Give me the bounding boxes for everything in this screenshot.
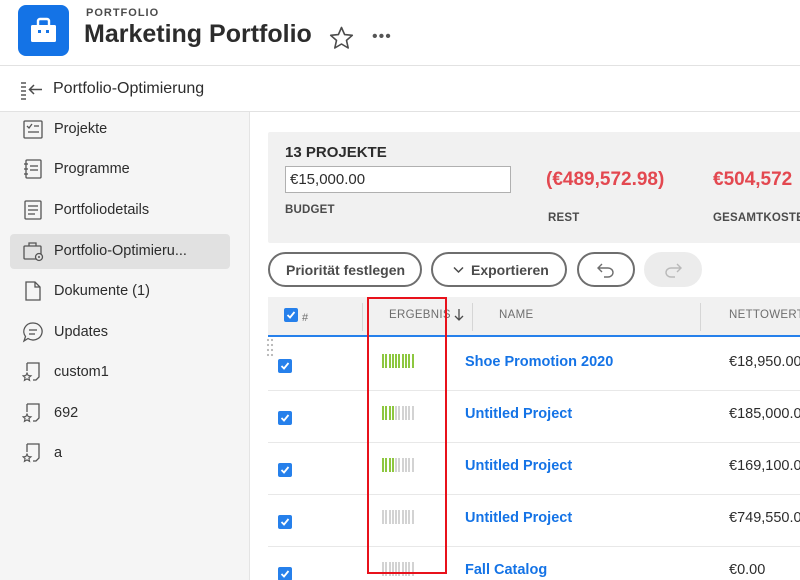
updates-icon xyxy=(22,322,43,343)
project-name-link[interactable]: Untitled Project xyxy=(465,406,572,422)
table-header: # ERGEBNIS NAME NETTOWERT xyxy=(268,297,800,337)
column-divider xyxy=(362,303,363,331)
row-checkbox[interactable] xyxy=(278,411,292,425)
details-icon xyxy=(24,200,42,220)
chevron-down-icon xyxy=(453,266,464,274)
sidebar-item-label: Dokumente (1) xyxy=(54,283,150,299)
sidebar-item-692[interactable]: 692 xyxy=(10,396,230,431)
sidebar-item-programme[interactable]: Programme xyxy=(10,152,230,187)
sidebar-item-label: custom1 xyxy=(54,364,109,380)
drag-handle-icon[interactable] xyxy=(266,338,274,358)
checkmark-icon xyxy=(280,518,290,526)
score-column-highlight xyxy=(367,297,447,574)
net-value: €169,100.00 xyxy=(729,458,800,474)
checkmark-icon xyxy=(286,311,296,319)
column-header-index: # xyxy=(302,312,309,324)
checkmark-icon xyxy=(280,414,290,422)
more-options-icon[interactable]: ••• xyxy=(372,28,392,46)
checkmark-icon xyxy=(280,362,290,370)
export-button[interactable]: Exportieren xyxy=(431,252,567,287)
section-header: Portfolio-Optimierung xyxy=(0,67,800,112)
net-value: €749,550.00 xyxy=(729,510,800,526)
row-checkbox[interactable] xyxy=(278,463,292,477)
project-name-link[interactable]: Untitled Project xyxy=(465,510,572,526)
column-divider xyxy=(700,303,701,331)
total-cost-label: GESAMTKOSTE xyxy=(713,212,800,224)
document-icon xyxy=(25,281,41,301)
sidebar-item-label: Portfolio-Optimieru... xyxy=(54,243,187,259)
sidebar-item-label: a xyxy=(54,445,63,461)
checkmark-icon xyxy=(280,466,290,474)
sidebar-item-label: 692 xyxy=(54,405,79,421)
total-cost-value: €504,572 xyxy=(713,169,793,190)
table-row[interactable]: Untitled Project €185,000.00 xyxy=(268,391,800,443)
sidebar-item-projekte[interactable]: Projekte xyxy=(10,112,230,147)
table-row[interactable]: Shoe Promotion 2020 €18,950.00 xyxy=(268,339,800,391)
undo-button[interactable] xyxy=(577,252,635,287)
net-value: €18,950.00 xyxy=(729,354,800,370)
optimizer-icon xyxy=(23,242,44,262)
favorite-star-icon[interactable] xyxy=(329,26,354,55)
custom-form-icon xyxy=(22,362,40,382)
sidebar-item-dokumente[interactable]: Dokumente (1) xyxy=(10,274,230,309)
row-checkbox[interactable] xyxy=(278,567,292,580)
page-title: Marketing Portfolio xyxy=(84,20,312,48)
row-checkbox[interactable] xyxy=(278,359,292,373)
portfolio-app-icon[interactable] xyxy=(18,5,69,56)
sidebar-item-custom1[interactable]: custom1 xyxy=(10,355,230,390)
project-count: 13 PROJEKTE xyxy=(285,144,387,161)
sidebar-item-label: Portfoliodetails xyxy=(54,202,150,218)
custom-form-icon xyxy=(22,403,40,423)
project-name-link[interactable]: Untitled Project xyxy=(465,458,572,474)
checkmark-icon xyxy=(280,570,290,578)
sidebar-item-portfolio-optimierung[interactable]: Portfolio-Optimieru... xyxy=(10,234,230,269)
budget-input[interactable] xyxy=(285,166,511,193)
column-header-net-value[interactable]: NETTOWERT xyxy=(729,309,800,321)
project-name-link[interactable]: Shoe Promotion 2020 xyxy=(465,354,613,370)
sidebar-item-portfoliodetails[interactable]: Portfoliodetails xyxy=(10,193,230,228)
redo-button[interactable] xyxy=(644,252,702,287)
set-priority-label: Priorität festlegen xyxy=(286,262,406,278)
rest-label: REST xyxy=(548,212,580,224)
app-header: PORTFOLIO Marketing Portfolio ••• xyxy=(0,0,800,66)
collapse-sidebar-icon[interactable] xyxy=(20,80,44,105)
column-divider xyxy=(472,303,473,331)
sidebar: Projekte Programme Portfoliodetails Port… xyxy=(0,112,250,580)
redo-icon xyxy=(665,263,682,278)
table-row[interactable]: Untitled Project €169,100.00 xyxy=(268,443,800,495)
summary-panel: 13 PROJEKTE BUDGET (€489,572.98) REST €5… xyxy=(268,132,800,243)
object-type-label: PORTFOLIO xyxy=(86,7,160,19)
main-content: 13 PROJEKTE BUDGET (€489,572.98) REST €5… xyxy=(250,112,800,580)
row-checkbox[interactable] xyxy=(278,515,292,529)
net-value: €185,000.00 xyxy=(729,406,800,422)
section-title: Portfolio-Optimierung xyxy=(53,80,205,97)
column-header-name[interactable]: NAME xyxy=(499,309,533,321)
export-label: Exportieren xyxy=(471,262,549,278)
rest-value: (€489,572.98) xyxy=(546,169,665,190)
table-row[interactable]: Fall Catalog €0.00 xyxy=(268,547,800,580)
net-value: €0.00 xyxy=(729,562,766,578)
select-all-checkbox[interactable] xyxy=(284,308,298,322)
project-name-link[interactable]: Fall Catalog xyxy=(465,562,547,578)
sidebar-item-updates[interactable]: Updates xyxy=(10,315,230,350)
undo-icon xyxy=(597,263,614,278)
budget-label: BUDGET xyxy=(285,204,335,216)
custom-form-icon xyxy=(22,443,40,463)
sort-descending-icon[interactable] xyxy=(454,308,464,322)
sidebar-item-label: Updates xyxy=(54,324,109,340)
projects-icon xyxy=(23,120,43,139)
sidebar-item-label: Projekte xyxy=(54,121,108,137)
programs-icon xyxy=(24,159,42,179)
sidebar-item-a[interactable]: a xyxy=(10,436,230,471)
table-row[interactable]: Untitled Project €749,550.00 xyxy=(268,495,800,547)
set-priority-button[interactable]: Priorität festlegen xyxy=(268,252,422,287)
sidebar-item-label: Programme xyxy=(54,161,130,177)
